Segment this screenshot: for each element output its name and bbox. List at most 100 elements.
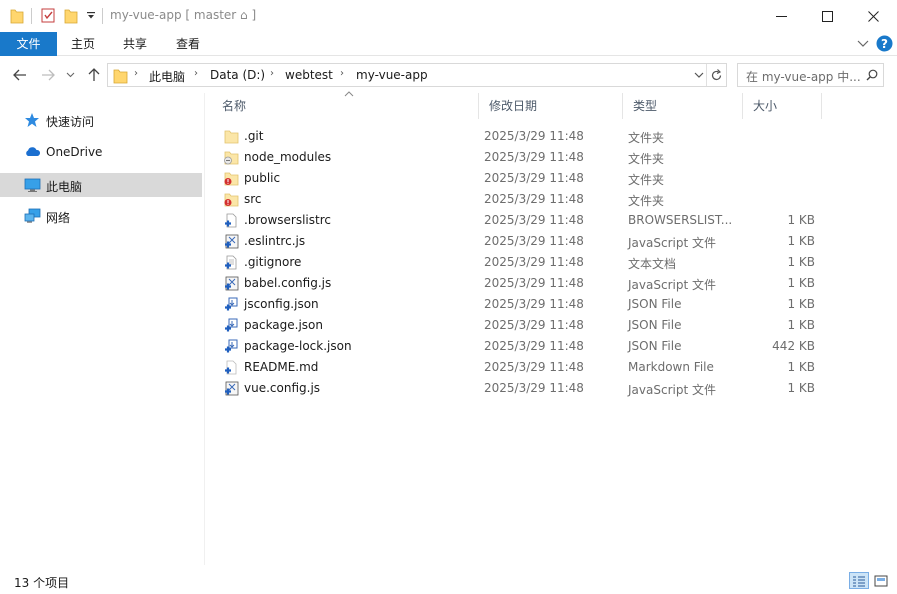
file-size: 1 KB [787,318,815,332]
file-name: .browserslistrc [244,213,331,227]
chevron-right-icon[interactable]: › [340,68,344,79]
file-date: 2025/3/29 11:48 [484,234,584,248]
column-header-name[interactable]: 名称 [212,91,479,119]
breadcrumb-webtest[interactable]: webtest [285,68,333,82]
minimize-button[interactable] [758,0,804,32]
file-row[interactable]: .git 2025/3/29 11:48 文件夹 [216,126,821,147]
column-header-type[interactable]: 类型 [623,93,743,119]
js-file-added-icon [225,276,239,291]
column-header-size[interactable]: 大小 [743,93,822,119]
file-row[interactable]: vue.config.js 2025/3/29 11:48 JavaScript… [216,378,821,399]
file-size: 442 KB [772,339,815,353]
preview-view-icon [874,575,888,586]
file-date: 2025/3/29 11:48 [484,381,584,395]
expand-ribbon-icon[interactable] [857,39,869,49]
file-size: 1 KB [787,360,815,374]
search-input[interactable]: 在 my-vue-app 中... [737,63,884,87]
file-type: JSON File [628,297,682,311]
file-type: 文件夹 [628,152,665,166]
large-icons-view-button[interactable] [871,572,891,589]
folder-ignored-icon [224,151,239,165]
new-folder-icon[interactable] [64,7,78,24]
md-file-added-icon [225,360,237,375]
file-row[interactable]: jsconfig.json 2025/3/29 11:48 JSON File … [216,294,821,315]
address-row: › 此电脑 › Data (D:) › webtest › my-vue-app… [0,57,897,93]
sidebar-item-this-pc[interactable]: 此电脑 [0,173,202,197]
properties-icon[interactable] [40,7,56,24]
refresh-icon[interactable] [710,69,723,82]
file-row[interactable]: public 2025/3/29 11:48 文件夹 [216,168,821,189]
file-date: 2025/3/29 11:48 [484,255,584,269]
details-view-icon [853,576,865,586]
maximize-icon [821,10,833,22]
file-row[interactable]: .browserslistrc 2025/3/29 11:48 BROWSERS… [216,210,821,231]
file-size: 1 KB [787,255,815,269]
computer-icon [24,178,41,192]
file-size: 1 KB [787,381,815,395]
up-button[interactable] [85,66,103,84]
file-date: 2025/3/29 11:48 [484,192,584,206]
file-row[interactable]: .eslintrc.js 2025/3/29 11:48 JavaScript … [216,231,821,252]
address-bar[interactable]: › 此电脑 › Data (D:) › webtest › my-vue-app [107,63,727,87]
ribbon-tabs: 文件 主页 共享 查看 ? [0,32,897,56]
file-list: 名称 修改日期 类型 大小 .git 2025/3/29 11:48 文件夹 n… [206,91,897,565]
file-row[interactable]: .gitignore 2025/3/29 11:48 文本文档 1 KB [216,252,821,273]
file-size: 1 KB [787,297,815,311]
maximize-button[interactable] [804,0,850,32]
file-row[interactable]: package.json 2025/3/29 11:48 JSON File 1… [216,315,821,336]
recent-locations-button[interactable] [64,66,76,84]
customize-dropdown-icon[interactable] [86,11,96,21]
cloud-icon [26,147,41,156]
sidebar-item-network[interactable]: 网络 [0,204,202,228]
sidebar-item-label: 快速访问 [46,115,95,129]
file-name: .git [244,129,264,143]
file-type: JavaScript 文件 [628,278,716,292]
file-name: babel.config.js [244,276,332,290]
tab-home[interactable]: 主页 [63,32,103,56]
divider [706,64,707,86]
breadcrumb-drive[interactable]: Data (D:) [210,68,265,82]
column-header-date[interactable]: 修改日期 [479,93,623,119]
sidebar-item-quick-access[interactable]: 快速访问 [0,108,202,132]
file-type: JavaScript 文件 [628,383,716,397]
chevron-right-icon[interactable]: › [270,68,274,79]
help-icon[interactable]: ? [876,35,893,52]
file-row[interactable]: README.md 2025/3/29 11:48 Markdown File … [216,357,821,378]
chevron-right-icon[interactable]: › [194,68,198,79]
sidebar-item-label: 此电脑 [46,180,83,194]
breadcrumb-this-pc[interactable]: 此电脑 [149,68,185,85]
file-date: 2025/3/29 11:48 [484,150,584,164]
folder-modified-icon [224,172,239,186]
file-row[interactable]: babel.config.js 2025/3/29 11:48 JavaScri… [216,273,821,294]
close-button[interactable] [850,0,896,32]
back-button[interactable] [11,66,29,84]
window-title: my-vue-app [ master ⌂ ] [110,8,257,22]
back-arrow-icon [13,69,26,81]
file-name: package-lock.json [244,339,352,353]
svg-text:?: ? [881,37,888,51]
folder-icon[interactable] [10,7,24,24]
file-name: vue.config.js [244,381,321,395]
file-row[interactable]: node_modules 2025/3/29 11:48 文件夹 [216,147,821,168]
file-type: 文件夹 [628,131,665,145]
chevron-down-icon[interactable] [694,72,704,79]
chevron-right-icon[interactable]: › [134,68,138,79]
tab-view[interactable]: 查看 [168,32,208,56]
file-row[interactable]: src 2025/3/29 11:48 文件夹 [216,189,821,210]
breadcrumb-my-vue-app[interactable]: my-vue-app [356,68,428,82]
file-name: src [244,192,262,206]
file-row[interactable]: package-lock.json 2025/3/29 11:48 JSON F… [216,336,821,357]
details-view-button[interactable] [849,572,869,589]
sidebar-item-onedrive[interactable]: OneDrive [0,140,202,164]
json-file-added-icon [225,297,238,311]
file-name: .gitignore [244,255,302,269]
navigation-pane: 快速访问 OneDrive 此电脑 网络 [0,93,205,565]
file-added-icon [225,213,237,228]
tab-share[interactable]: 共享 [115,32,155,56]
file-date: 2025/3/29 11:48 [484,276,584,290]
js-file-added-icon [225,234,239,249]
divider [31,8,32,24]
forward-button[interactable] [39,66,57,84]
tab-file[interactable]: 文件 [0,32,57,56]
search-icon [866,69,878,81]
